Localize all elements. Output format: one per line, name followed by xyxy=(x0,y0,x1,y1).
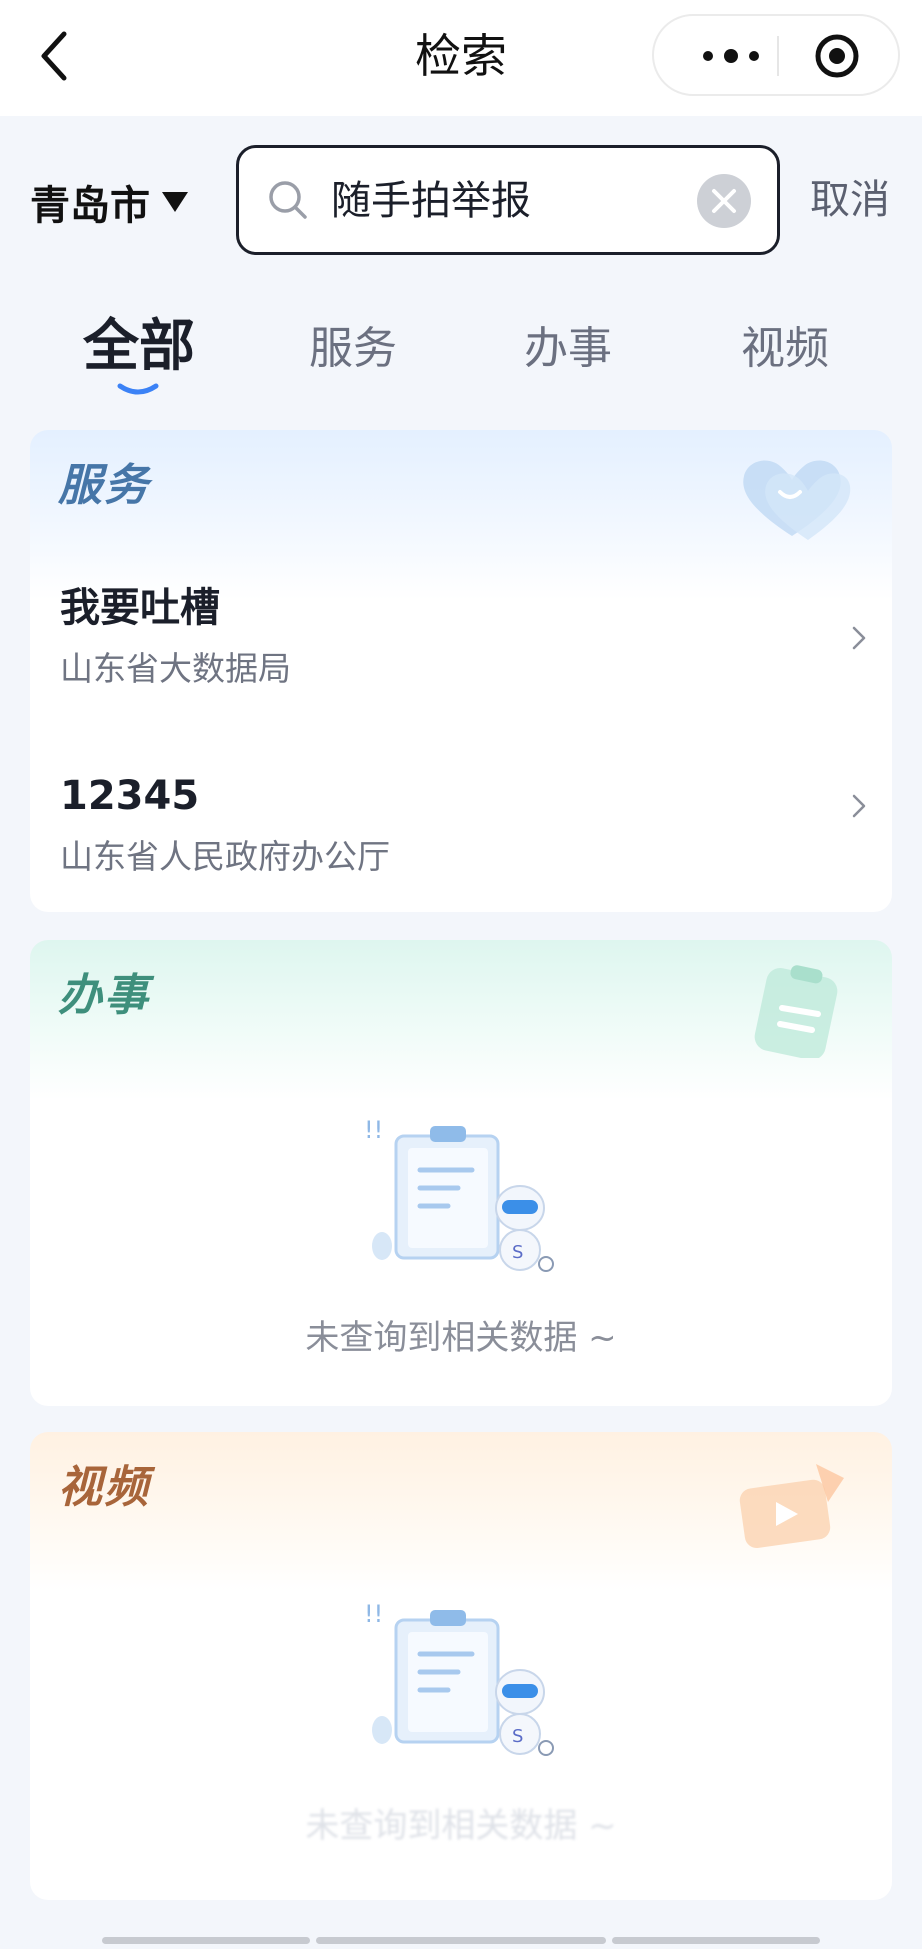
clear-circle-icon[interactable] xyxy=(696,173,752,229)
nav-bar: 检索 xyxy=(0,0,922,116)
empty-state-illustration: !! S xyxy=(364,1602,554,1756)
tab-all[interactable]: 全部 xyxy=(54,312,224,382)
svg-text:S: S xyxy=(512,1726,523,1747)
affairs-section: 办事 !! S 未查询到相关数据 ~ xyxy=(30,940,892,1406)
heart-decoration-icon xyxy=(743,460,851,540)
video-play-decoration-icon xyxy=(739,1464,844,1549)
empty-state-illustration: !! S xyxy=(364,1118,554,1272)
search-query[interactable]: 随手拍举报 xyxy=(331,173,531,229)
item-subtitle: 山东省大数据局 xyxy=(60,649,291,688)
capsule-divider xyxy=(777,36,779,76)
svg-text:!!: !! xyxy=(364,1602,383,1628)
item-title: 12345 xyxy=(60,773,200,819)
video-section: 视频 !! S 未查询到相关数据 ~ xyxy=(30,1432,892,1900)
target-circle-icon[interactable] xyxy=(814,33,860,79)
bottom-indicator-segment xyxy=(612,1937,820,1944)
clipboard-decoration-icon xyxy=(754,965,838,1058)
svg-text:!!: !! xyxy=(364,1118,383,1144)
chevron-right-icon xyxy=(852,626,866,650)
tab-affairs[interactable]: 办事 xyxy=(483,318,653,380)
item-subtitle: 山东省人民政府办公厅 xyxy=(60,837,390,876)
empty-state-text: 未查询到相关数据 ~ xyxy=(305,1318,617,1358)
section-title: 服务 xyxy=(58,460,150,511)
tab-active-indicator xyxy=(117,383,159,395)
search-icon xyxy=(269,181,307,219)
city-label: 青岛市 xyxy=(30,183,150,229)
caret-down-icon xyxy=(162,192,188,212)
mini-program-capsule xyxy=(652,14,900,96)
service-section: 服务 我要吐槽 山东省大数据局 12345 山东省人民政府办公厅 xyxy=(30,430,892,912)
city-selector[interactable]: 青岛市 xyxy=(30,174,190,230)
empty-state-text: 未查询到相关数据 ~ xyxy=(305,1806,617,1846)
bottom-indicator-segment xyxy=(102,1937,310,1944)
list-item[interactable]: 12345 山东省人民政府办公厅 xyxy=(60,768,870,898)
svg-text:S: S xyxy=(512,1242,523,1263)
more-dots-icon[interactable] xyxy=(694,41,794,71)
search-input[interactable]: 随手拍举报 xyxy=(236,145,780,255)
tab-service[interactable]: 服务 xyxy=(268,318,438,380)
section-title: 办事 xyxy=(58,970,150,1021)
cancel-button[interactable]: 取消 xyxy=(810,172,890,228)
item-title: 我要吐槽 xyxy=(60,585,220,631)
chevron-right-icon xyxy=(852,794,866,818)
tab-video[interactable]: 视频 xyxy=(700,318,870,380)
bottom-indicator-segment xyxy=(316,1937,606,1944)
list-item[interactable]: 我要吐槽 山东省大数据局 xyxy=(60,580,870,710)
section-title: 视频 xyxy=(58,1462,150,1513)
